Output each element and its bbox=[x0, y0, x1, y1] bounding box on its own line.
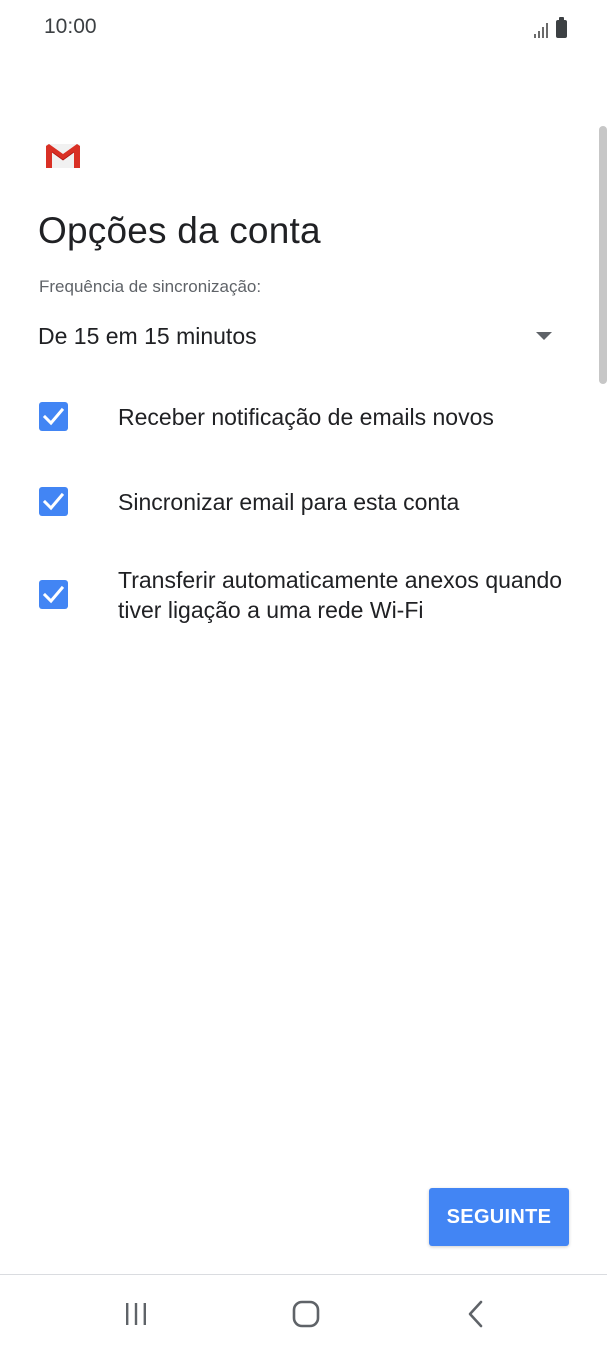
signal-icon bbox=[534, 22, 548, 38]
navigation-bar bbox=[0, 1275, 607, 1350]
sync-frequency-label: Frequência de sincronização: bbox=[39, 277, 262, 296]
status-time: 10:00 bbox=[44, 15, 97, 38]
option-label-notify-new-emails: Receber notificação de emails novos bbox=[118, 404, 494, 430]
status-bar: 10:00 bbox=[0, 0, 607, 56]
sync-frequency-value: De 15 em 15 minutos bbox=[38, 323, 257, 349]
back-button[interactable] bbox=[446, 1289, 506, 1339]
page-title: Opções da conta bbox=[38, 210, 321, 251]
checkmark-icon bbox=[42, 585, 65, 604]
option-sync-email[interactable]: Sincronizar email para esta conta bbox=[38, 486, 568, 520]
option-auto-download-attachments[interactable]: Transferir automaticamente anexos quando… bbox=[38, 564, 568, 628]
option-notify-new-emails[interactable]: Receber notificação de emails novos bbox=[38, 401, 568, 435]
checkmark-icon bbox=[42, 492, 65, 511]
recents-button[interactable] bbox=[106, 1289, 166, 1339]
option-label-auto-download-attachments: Transferir automaticamente anexos quando… bbox=[118, 567, 563, 623]
checkbox-notify-new-emails[interactable] bbox=[39, 402, 68, 431]
home-button[interactable] bbox=[276, 1289, 336, 1339]
option-label-sync-email: Sincronizar email para esta conta bbox=[118, 489, 460, 515]
scrollbar[interactable] bbox=[599, 126, 607, 384]
dropdown-arrow-icon bbox=[536, 332, 552, 340]
checkmark-icon bbox=[42, 407, 65, 426]
checkbox-auto-download-attachments[interactable] bbox=[39, 580, 68, 609]
back-icon bbox=[468, 1300, 483, 1328]
sync-frequency-dropdown[interactable]: De 15 em 15 minutos bbox=[38, 318, 558, 358]
home-icon bbox=[292, 1300, 320, 1328]
battery-icon bbox=[556, 17, 567, 38]
status-icons bbox=[534, 16, 567, 38]
recents-icon bbox=[126, 1303, 146, 1325]
gmail-logo bbox=[44, 142, 82, 170]
checkbox-sync-email[interactable] bbox=[39, 487, 68, 516]
next-button[interactable]: SEGUINTE bbox=[429, 1188, 569, 1246]
